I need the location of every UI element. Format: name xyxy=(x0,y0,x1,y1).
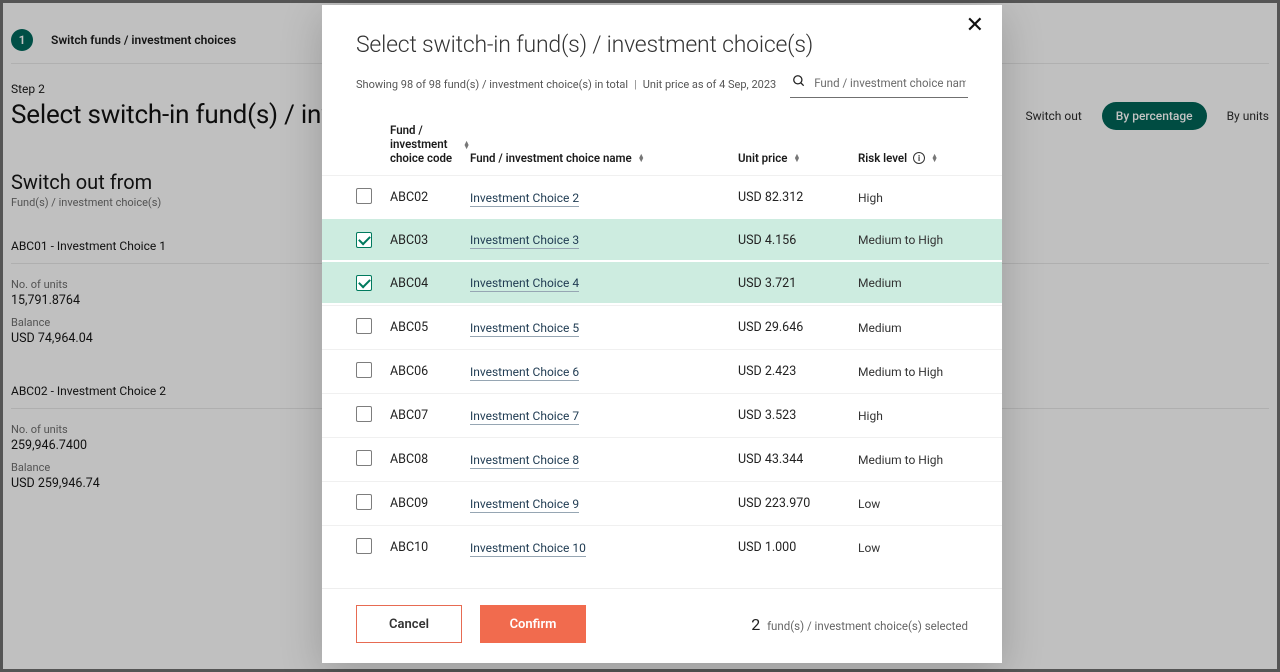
header-code[interactable]: Fund / investment choice code xyxy=(390,124,457,165)
table-row[interactable]: ABC08Investment Choice 8 USD 43.344Medium… xyxy=(322,437,1002,481)
showing-text: Showing 98 of 98 fund(s) / investment ch… xyxy=(356,78,628,91)
fund-code: ABC05 xyxy=(390,320,470,335)
row-checkbox[interactable] xyxy=(356,362,372,378)
selected-count-suffix: fund(s) / investment choice(s) selected xyxy=(767,619,968,633)
selection-count: 2 fund(s) / investment choice(s) selecte… xyxy=(751,615,968,634)
fund-code: ABC10 xyxy=(390,540,470,555)
unit-price: USD 223.970 xyxy=(738,496,858,511)
table-row[interactable]: ABC05Investment Choice 5 USD 29.646Medium xyxy=(322,305,1002,349)
unit-price-date: Unit price as of 4 Sep, 2023 xyxy=(643,78,776,91)
row-checkbox[interactable] xyxy=(356,494,372,510)
unit-price: USD 1.000 xyxy=(738,540,858,555)
fund-name-link[interactable]: Investment Choice 9 xyxy=(470,497,579,513)
fund-name-link[interactable]: Investment Choice 5 xyxy=(470,321,579,337)
sort-icon[interactable]: ▲▼ xyxy=(638,154,645,162)
fund-name-link[interactable]: Investment Choice 2 xyxy=(470,191,579,207)
table-row[interactable]: ABC04Investment Choice 4 USD 3.721Medium xyxy=(322,262,1002,305)
risk-level: Medium xyxy=(858,321,968,335)
search-field[interactable] xyxy=(790,70,968,98)
fund-name-link[interactable]: Investment Choice 7 xyxy=(470,409,579,425)
unit-price: USD 82.312 xyxy=(738,190,858,205)
table-row[interactable]: ABC06Investment Choice 6 USD 2.423Medium … xyxy=(322,349,1002,393)
selected-count-number: 2 xyxy=(751,615,760,634)
unit-price: USD 3.721 xyxy=(738,276,858,291)
table-body: ABC02Investment Choice 2USD 82.312HighAB… xyxy=(322,175,1002,588)
fund-name-link[interactable]: Investment Choice 8 xyxy=(470,453,579,469)
cancel-button[interactable]: Cancel xyxy=(356,605,462,643)
risk-level: Low xyxy=(858,497,968,511)
table-row[interactable]: ABC07Investment Choice 7 USD 3.523High xyxy=(322,393,1002,437)
unit-price: USD 3.523 xyxy=(738,408,858,423)
row-checkbox[interactable] xyxy=(356,318,372,334)
table-row[interactable]: ABC03Investment Choice 3 USD 4.156Medium … xyxy=(322,219,1002,262)
table-row[interactable]: ABC02Investment Choice 2 USD 82.312High xyxy=(322,175,1002,219)
row-checkbox[interactable] xyxy=(356,406,372,422)
table-header: Fund / investment choice code ▲▼ Fund / i… xyxy=(322,108,1002,175)
row-checkbox[interactable] xyxy=(356,275,372,291)
unit-price: USD 29.646 xyxy=(738,320,858,335)
fund-code: ABC04 xyxy=(390,276,470,291)
sort-icon[interactable]: ▲▼ xyxy=(463,141,470,149)
risk-level: Medium to High xyxy=(858,233,968,247)
fund-code: ABC09 xyxy=(390,496,470,511)
table-row[interactable]: ABC10Investment Choice 10 USD 1.000Low xyxy=(322,525,1002,569)
fund-code: ABC06 xyxy=(390,364,470,379)
row-checkbox[interactable] xyxy=(356,188,372,204)
fund-name-link[interactable]: Investment Choice 3 xyxy=(470,233,579,249)
row-checkbox[interactable] xyxy=(356,232,372,248)
info-icon[interactable]: i xyxy=(913,152,925,164)
sort-icon[interactable]: ▲▼ xyxy=(931,154,938,162)
row-checkbox[interactable] xyxy=(356,450,372,466)
sort-icon[interactable]: ▲▼ xyxy=(793,154,800,162)
header-risk[interactable]: Risk level xyxy=(858,151,907,165)
risk-level: High xyxy=(858,409,968,423)
close-icon[interactable]: ✕ xyxy=(966,13,984,38)
fund-code: ABC02 xyxy=(390,190,470,205)
search-input[interactable] xyxy=(814,76,966,90)
risk-level: Medium xyxy=(858,276,968,290)
unit-price: USD 43.344 xyxy=(738,452,858,467)
fund-select-modal: ✕ Select switch-in fund(s) / investment … xyxy=(322,5,1002,663)
unit-price: USD 2.423 xyxy=(738,364,858,379)
fund-name-link[interactable]: Investment Choice 6 xyxy=(470,365,579,381)
header-name[interactable]: Fund / investment choice name xyxy=(470,151,632,165)
risk-level: Medium to High xyxy=(858,365,968,379)
header-price[interactable]: Unit price xyxy=(738,151,787,165)
fund-code: ABC03 xyxy=(390,233,470,248)
table-row[interactable]: ABC09Investment Choice 9 USD 223.970Low xyxy=(322,481,1002,525)
confirm-button[interactable]: Confirm xyxy=(480,605,586,643)
fund-name-link[interactable]: Investment Choice 4 xyxy=(470,276,579,292)
risk-level: High xyxy=(858,191,968,205)
unit-price: USD 4.156 xyxy=(738,233,858,248)
fund-code: ABC08 xyxy=(390,452,470,467)
risk-level: Low xyxy=(858,541,968,555)
risk-level: Medium to High xyxy=(858,453,968,467)
separator: | xyxy=(634,78,637,91)
modal-footer: Cancel Confirm 2 fund(s) / investment ch… xyxy=(322,588,1002,663)
row-checkbox[interactable] xyxy=(356,538,372,554)
modal-title: Select switch-in fund(s) / investment ch… xyxy=(356,31,968,58)
fund-code: ABC07 xyxy=(390,408,470,423)
search-icon xyxy=(792,74,806,91)
fund-name-link[interactable]: Investment Choice 10 xyxy=(470,541,586,557)
